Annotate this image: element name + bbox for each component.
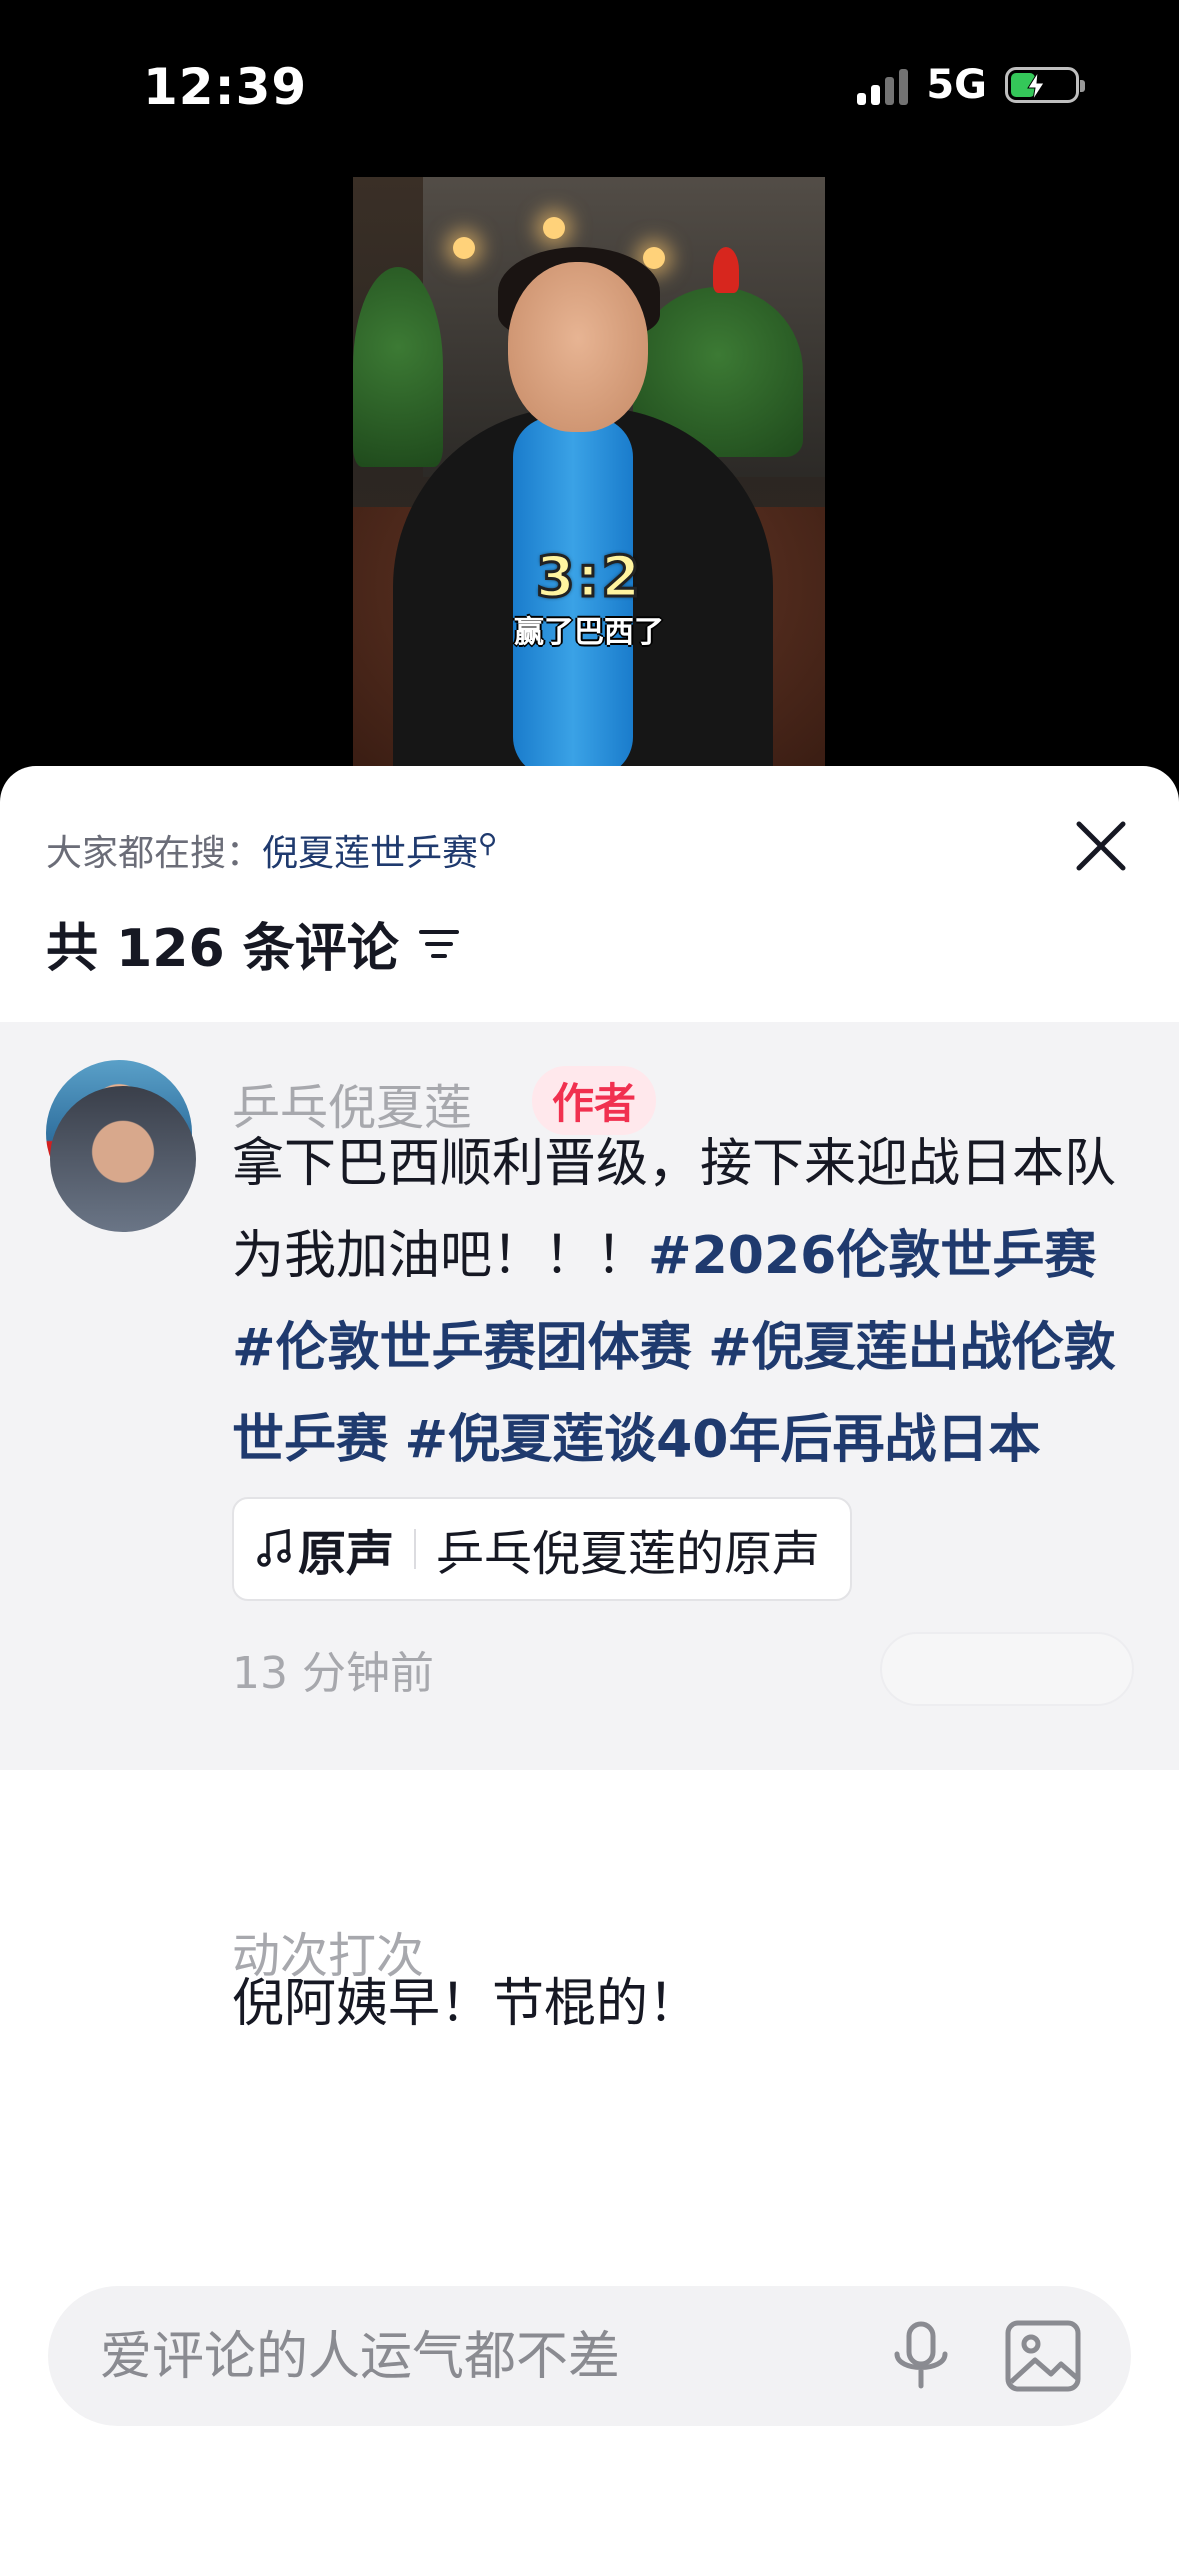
comment-count-title: 共 126 条评论 [46,906,461,981]
signal-icon [857,65,909,105]
video-player[interactable]: 3:2 赢了巴西了 [353,177,825,767]
video-caption: 赢了巴西了 [514,615,664,650]
comment-text: 倪阿姨早！节棍的！ [232,1974,701,2034]
music-note-icon [257,1529,291,1567]
comment-time: 13 分钟前 [232,1648,434,1699]
search-keyword[interactable]: 倪夏莲世乒赛 [262,833,478,874]
search-prefix: 大家都在搜： [46,833,263,874]
comments-panel: 大家都在搜：倪夏莲世乒赛⚲ 共 126 条评论 乒乓倪夏莲 作者 拿下巴西顺利晋… [0,766,1179,2556]
comment-input[interactable] [98,2286,862,2428]
avatar[interactable] [50,1086,196,1232]
status-indicators: 5G [857,62,1085,108]
status-time: 12:39 [143,58,308,116]
music-label: 原声 [298,1526,395,1582]
comment-text: 拿下巴西顺利晋级，接下来迎战日本队 为我加油吧！！！#2026伦敦世乒赛 #伦敦… [232,1134,1117,1470]
image-icon[interactable] [1003,2318,1083,2394]
close-icon[interactable] [1071,816,1131,876]
battery-icon [1005,67,1085,103]
mic-icon[interactable] [881,2316,961,2396]
comment-input-bar [48,2286,1131,2428]
video-score-overlay: 3:2 [534,544,643,612]
sort-icon[interactable] [417,924,461,964]
original-sound-chip[interactable]: 原声 乒乓倪夏莲的原声 [232,1497,853,1601]
hashtag-link[interactable]: #2026伦敦世乒赛 [648,1226,1096,1286]
search-icon: ⚲ [478,829,498,859]
comment-count: 共 126 条评论 [46,919,399,979]
network-label: 5G [926,62,987,108]
reply-pill[interactable] [880,1632,1134,1706]
hashtag-link[interactable]: #伦敦世乒赛团体赛 [232,1318,692,1378]
music-title: 乒乓倪夏莲的原声 [436,1526,821,1582]
search-suggestion[interactable]: 大家都在搜：倪夏莲世乒赛⚲ [46,824,497,876]
hashtag-link[interactable]: #倪夏莲谈40年后再战日本 [405,1410,1041,1470]
